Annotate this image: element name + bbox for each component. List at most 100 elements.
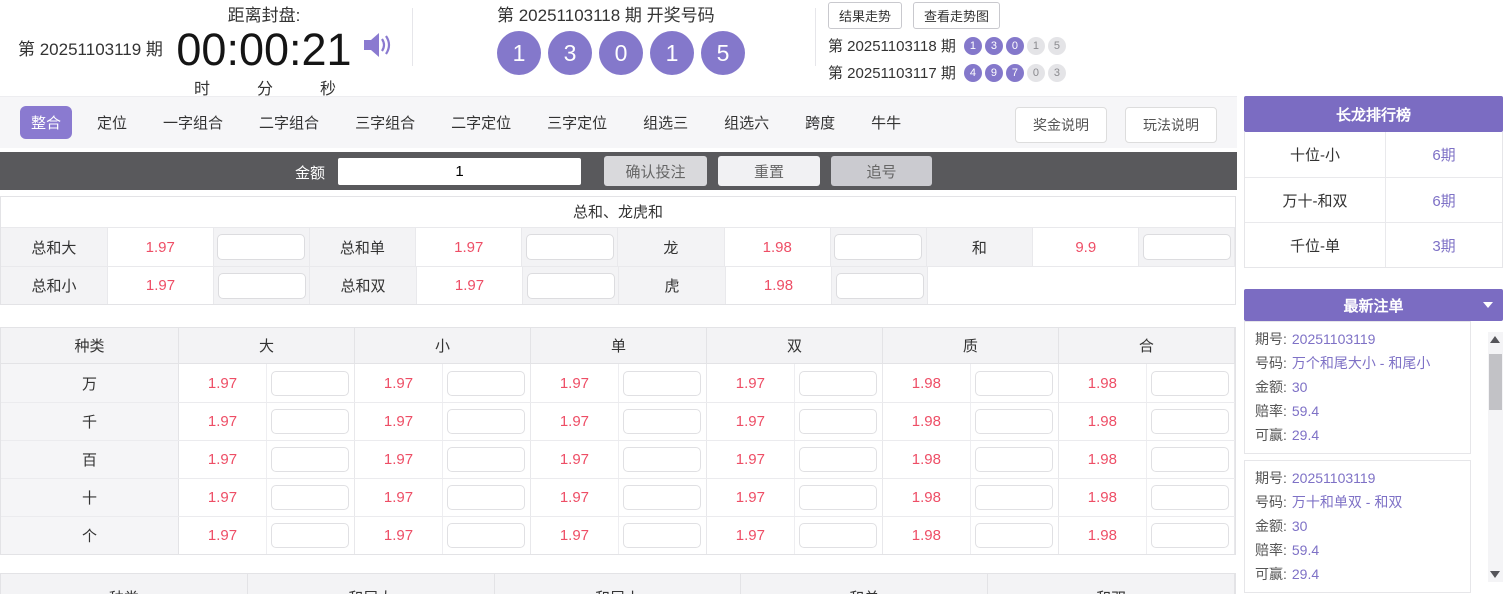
sum-bet-input-和[interactable]	[1143, 234, 1231, 260]
tab-1[interactable]: 整合	[20, 106, 72, 139]
scrollbar-thumb[interactable]	[1489, 354, 1502, 410]
pos-bet-input-万-3[interactable]	[623, 371, 701, 396]
speaker-icon[interactable]	[362, 29, 394, 61]
pos-bet-input-百-1[interactable]	[271, 447, 349, 472]
pos-bet-input-万-4[interactable]	[799, 371, 877, 396]
dragon-ranking-list: 十位-小6期万十-和双6期千位-单3期	[1244, 132, 1503, 268]
pos-odds-万-5: 1.98	[883, 364, 971, 402]
scroll-up-icon[interactable]	[1490, 336, 1500, 343]
tab-4[interactable]: 二字组合	[248, 106, 330, 139]
chase-number-button[interactable]: 追号	[831, 156, 932, 186]
pos-bet-input-万-6[interactable]	[1151, 371, 1229, 396]
sum-row-2: 总和小1.97总和双1.97虎1.98	[1, 266, 1235, 304]
pos-odds-百-4: 1.97	[707, 441, 795, 478]
pos-bet-input-千-5[interactable]	[975, 409, 1053, 434]
bet-field-value: 29.4	[1292, 427, 1319, 443]
pos-bet-input-千-3[interactable]	[623, 409, 701, 434]
bet-entry-2: 期号:20251103119号码:万十和单双 - 和双金额:30赔率:59.4可…	[1244, 460, 1471, 593]
pos-odds-千-5: 1.98	[883, 403, 971, 440]
sum-bet-input-总和小[interactable]	[218, 273, 306, 299]
history-period: 第 20251103118 期	[828, 35, 956, 56]
view-trend-chart-button[interactable]: 查看走势图	[913, 2, 1000, 29]
pos-bet-input-万-5[interactable]	[975, 371, 1053, 396]
sum-row-filler	[928, 267, 1235, 304]
pos-bet-input-个-3[interactable]	[623, 523, 701, 548]
tab-9[interactable]: 组选六	[713, 106, 780, 139]
sidebar-scrollbar[interactable]	[1488, 332, 1503, 582]
pos-bet-input-千-1[interactable]	[271, 409, 349, 434]
pos-bet-input-千-2[interactable]	[447, 409, 525, 434]
pos-odds-万-4: 1.97	[707, 364, 795, 402]
tab-10[interactable]: 跨度	[794, 106, 846, 139]
sum-bet-input-龙[interactable]	[834, 234, 922, 260]
sum-bet-input-总和大[interactable]	[217, 234, 305, 260]
bet-field-label: 金额:	[1255, 379, 1287, 395]
ranking-row-2[interactable]: 万十-和双6期	[1245, 177, 1502, 222]
confirm-bet-button[interactable]: 确认投注	[604, 156, 707, 186]
prize-info-button[interactable]: 奖金说明	[1015, 107, 1107, 143]
sum-odds-和: 9.9	[1033, 228, 1139, 266]
pos-bet-input-万-1[interactable]	[271, 371, 349, 396]
pos-input-cell-个-6	[1147, 517, 1235, 554]
pos-bet-input-十-5[interactable]	[975, 485, 1053, 510]
position-odds-table: 种类大小单双质合 万1.971.971.971.971.981.98千1.971…	[0, 327, 1236, 555]
sum-bet-input-虎[interactable]	[836, 273, 924, 299]
result-trend-button[interactable]: 结果走势	[828, 2, 902, 29]
pos-label-万: 万	[1, 364, 179, 402]
bet-field-label: 赔率:	[1255, 403, 1287, 419]
pos-bet-input-千-6[interactable]	[1151, 409, 1229, 434]
pos-bet-input-十-3[interactable]	[623, 485, 701, 510]
pos-odds-千-6: 1.98	[1059, 403, 1147, 440]
pos-bet-input-个-5[interactable]	[975, 523, 1053, 548]
pos-bet-input-百-2[interactable]	[447, 447, 525, 472]
tab-8[interactable]: 组选三	[632, 106, 699, 139]
pos-input-cell-个-1	[267, 517, 355, 554]
scroll-down-icon[interactable]	[1490, 571, 1500, 578]
pos-bet-input-个-1[interactable]	[271, 523, 349, 548]
pos-row-千: 千1.971.971.971.971.981.98	[1, 402, 1235, 440]
sum-odds-虎: 1.98	[726, 267, 832, 304]
history-ball: 3	[1048, 64, 1066, 82]
bet-field-value: 59.4	[1292, 542, 1319, 558]
reset-button[interactable]: 重置	[718, 156, 820, 186]
ranking-row-3[interactable]: 千位-单3期	[1245, 222, 1502, 267]
pos-row-万: 万1.971.971.971.971.981.98	[1, 364, 1235, 402]
pos-bet-input-个-4[interactable]	[799, 523, 877, 548]
tab-5[interactable]: 三字组合	[344, 106, 426, 139]
pos-bet-input-个-6[interactable]	[1151, 523, 1229, 548]
pos-odds-百-5: 1.98	[883, 441, 971, 478]
pos-bet-input-十-4[interactable]	[799, 485, 877, 510]
tab-6[interactable]: 二字定位	[440, 106, 522, 139]
tab-2[interactable]: 定位	[86, 106, 138, 139]
pos-bet-input-十-1[interactable]	[271, 485, 349, 510]
pos-odds-十-4: 1.97	[707, 479, 795, 516]
pos-bet-input-百-5[interactable]	[975, 447, 1053, 472]
amount-input[interactable]	[338, 158, 581, 185]
history-ball: 7	[1006, 64, 1024, 82]
sum-bet-input-总和双[interactable]	[527, 273, 615, 299]
sum-section-title: 总和、龙虎和	[1, 197, 1235, 228]
pos-odds-千-2: 1.97	[355, 403, 443, 440]
pos-bet-input-十-2[interactable]	[447, 485, 525, 510]
play-rules-button[interactable]: 玩法说明	[1125, 107, 1217, 143]
ranking-row-1[interactable]: 十位-小6期	[1245, 132, 1502, 177]
tab-11[interactable]: 牛牛	[860, 106, 912, 139]
ranking-name: 十位-小	[1245, 132, 1386, 177]
pos-bet-input-个-2[interactable]	[447, 523, 525, 548]
sum-bet-input-总和单[interactable]	[526, 234, 614, 260]
pos-bet-input-百-4[interactable]	[799, 447, 877, 472]
sum-label-总和大: 总和大	[1, 228, 108, 266]
pos-label-百: 百	[1, 441, 179, 478]
bet-field: 赔率:59.4	[1255, 538, 1460, 562]
pos-bet-input-十-6[interactable]	[1151, 485, 1229, 510]
pos-label-十: 十	[1, 479, 179, 516]
tab-7[interactable]: 三字定位	[536, 106, 618, 139]
pos-odds-十-3: 1.97	[531, 479, 619, 516]
tab-3[interactable]: 一字组合	[152, 106, 234, 139]
pos-bet-input-千-4[interactable]	[799, 409, 877, 434]
pos-bet-input-百-6[interactable]	[1151, 447, 1229, 472]
pos-input-cell-千-1	[267, 403, 355, 440]
pos-bet-input-百-3[interactable]	[623, 447, 701, 472]
chevron-down-icon[interactable]	[1483, 302, 1493, 308]
pos-bet-input-万-2[interactable]	[447, 371, 525, 396]
